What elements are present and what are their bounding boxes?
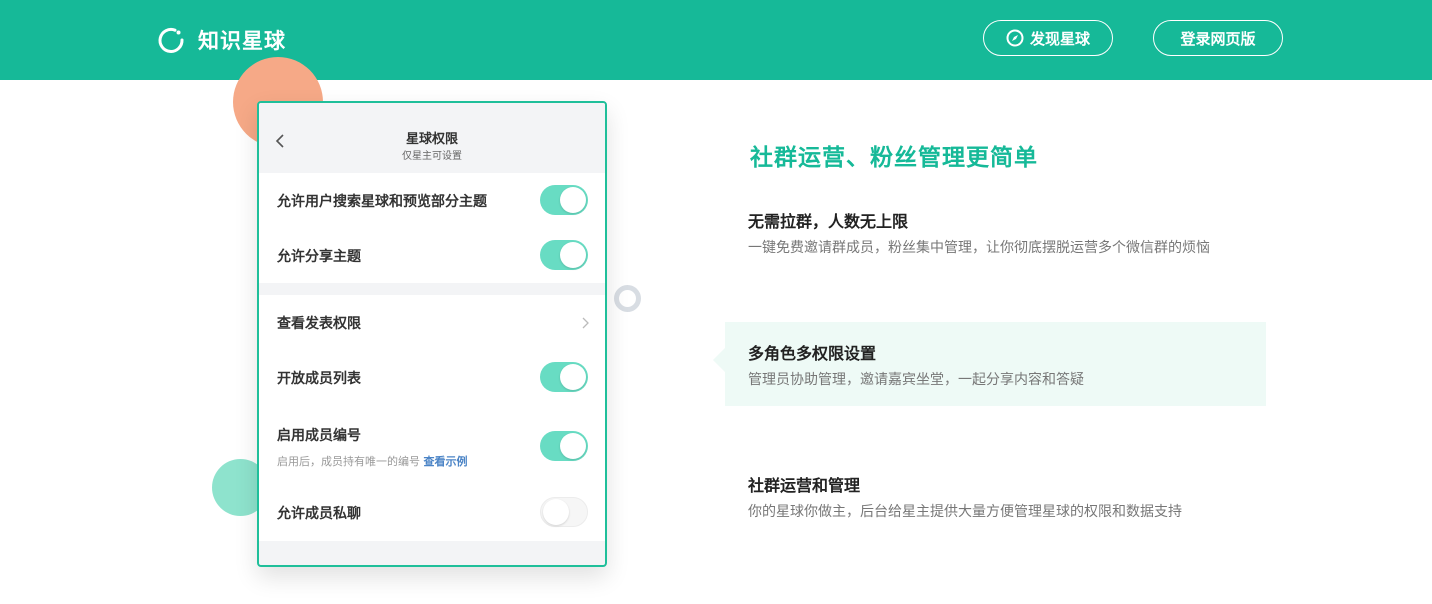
view-example-link[interactable]: 查看示例 — [424, 455, 468, 468]
feature-title: 无需拉群，人数无上限 — [748, 212, 909, 231]
toggle-private-chat[interactable] — [540, 497, 588, 527]
active-pointer — [713, 348, 725, 372]
toggle-member-list[interactable] — [540, 362, 588, 392]
phone-subtitle: 仅星主可设置 — [402, 151, 462, 162]
phone-title: 星球权限 — [405, 132, 458, 147]
feature-desc: 一键免费邀请群成员，粉丝集中管理，让你彻底摆脱运营多个微信群的烦恼 — [748, 240, 1210, 256]
setting-row-post-permission[interactable]: 查看发表权限 — [259, 295, 605, 350]
setting-label: 启用成员编号 — [277, 428, 361, 444]
feature-desc: 你的星球你做主，后台给星主提供大量方便管理星球的权限和数据支持 — [748, 504, 1182, 520]
feature-title: 多角色多权限设置 — [748, 344, 877, 363]
setting-label: 允许成员私聊 — [277, 506, 361, 522]
feature-item-roles[interactable]: 多角色多权限设置 管理员协助管理，邀请嘉宾坐堂，一起分享内容和答疑 — [713, 322, 1266, 406]
setting-row-search: 允许用户搜索星球和预览部分主题 — [259, 173, 605, 228]
settings-group-2: 查看发表权限 开放成员列表 启用成员编号 启用后，成员持有唯一的编号 查看示例 … — [259, 295, 605, 541]
setting-label: 开放成员列表 — [277, 371, 361, 387]
feature-item-management[interactable]: 社群运营和管理 你的星球你做主，后台给星主提供大量方便管理星球的权限和数据支持 — [725, 454, 1266, 538]
toggle-share[interactable] — [540, 240, 588, 270]
setting-row-private-chat: 允许成员私聊 — [259, 485, 605, 541]
setting-sub-text: 启用后，成员持有唯一的编号 — [277, 455, 420, 468]
feature-title: 社群运营和管理 — [748, 476, 861, 495]
planet-logo-icon — [158, 28, 184, 53]
phone-header: 星球权限 仅星主可设置 — [259, 103, 605, 173]
toggle-search[interactable] — [540, 185, 588, 215]
feature-item-unlimited[interactable]: 无需拉群，人数无上限 一键免费邀请群成员，粉丝集中管理，让你彻底摆脱运营多个微信… — [725, 190, 1266, 274]
discover-label: 发现星球 — [1029, 29, 1090, 48]
login-label: 登录网页版 — [1180, 29, 1256, 48]
settings-group-1: 允许用户搜索星球和预览部分主题 允许分享主题 — [259, 173, 605, 283]
compass-icon — [1006, 29, 1024, 47]
setting-label: 允许用户搜索星球和预览部分主题 — [277, 194, 487, 210]
top-header: 知识星球 发现星球 登录网页版 — [0, 0, 1432, 80]
toggle-member-number[interactable] — [540, 431, 588, 461]
section-headline: 社群运营、粉丝管理更简单 — [750, 145, 1038, 171]
chevron-right-icon — [582, 317, 589, 329]
brand-logo[interactable]: 知识星球 — [156, 24, 286, 56]
setting-row-share: 允许分享主题 — [259, 228, 605, 283]
setting-label: 允许分享主题 — [277, 249, 361, 265]
brand-name: 知识星球 — [198, 29, 286, 53]
setting-row-member-list: 开放成员列表 — [259, 350, 605, 405]
setting-label: 查看发表权限 — [277, 316, 361, 332]
login-button[interactable]: 登录网页版 — [1153, 20, 1283, 56]
feature-desc: 管理员协助管理，邀请嘉宾坐堂，一起分享内容和答疑 — [748, 372, 1084, 388]
phone-mockup: 星球权限 仅星主可设置 允许用户搜索星球和预览部分主题 允许分享主题 查看发表权… — [257, 101, 607, 567]
decorative-ring — [614, 285, 641, 312]
setting-sublabel: 启用后，成员持有唯一的编号 查看示例 — [277, 453, 468, 469]
setting-row-member-number: 启用成员编号 启用后，成员持有唯一的编号 查看示例 — [259, 405, 605, 485]
discover-button[interactable]: 发现星球 — [983, 20, 1113, 56]
